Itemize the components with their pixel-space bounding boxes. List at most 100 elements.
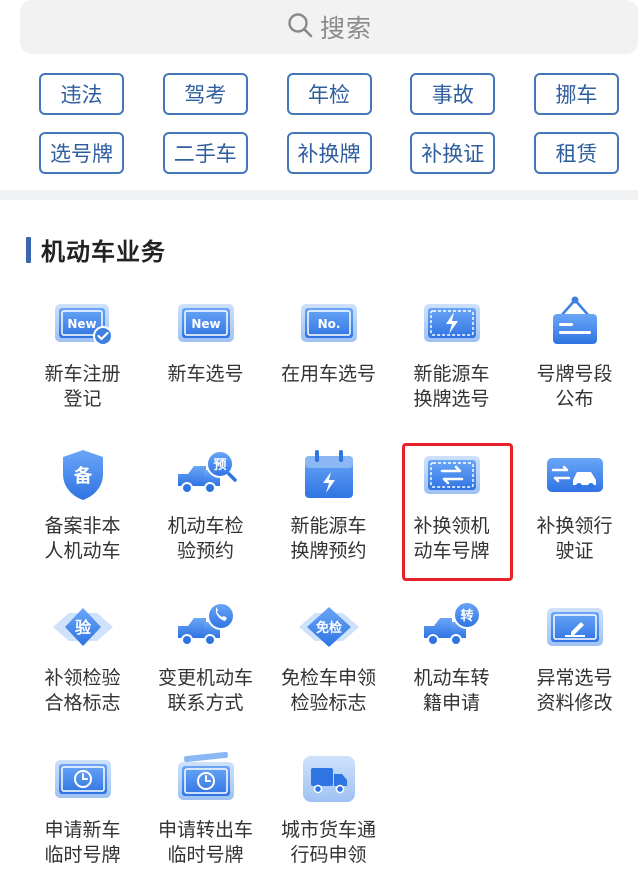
tag-select-plate[interactable]: 选号牌 (39, 132, 124, 174)
plate-new-icon: New (174, 292, 238, 354)
service-reissue-inspection-mark[interactable]: 验 补领检验 合格标志 (21, 596, 144, 748)
service-new-car-temporary-plate[interactable]: 申请新车 临时号牌 (21, 748, 144, 888)
label-line1: 城市货车通 (280, 819, 376, 841)
service-record-non-owner-vehicle[interactable]: 备 备案非本 人机动车 (21, 444, 144, 596)
service-label: 补领检验 合格标志 (21, 666, 144, 716)
truck-zhuan-icon: 转 (420, 596, 484, 658)
service-row-1: New 新车注册 登记 New 新车选号 No. 在用车选号 新能源车 换牌选号… (21, 292, 636, 444)
icon-badge-text: New (191, 317, 220, 331)
service-label: 补换领行 驶证 (513, 514, 636, 564)
service-grid: New 新车注册 登记 New 新车选号 No. 在用车选号 新能源车 换牌选号… (21, 292, 636, 888)
label-line2: 人机动车 (44, 540, 121, 562)
label-line1: 申请转出车 (157, 819, 253, 841)
label-line2: 合格标志 (44, 692, 121, 714)
service-vehicle-transfer[interactable]: 转 机动车转 籍申请 (390, 596, 513, 748)
label-line2: 动车号牌 (413, 540, 490, 562)
icon-badge-text: 预 (213, 458, 226, 473)
label-line2: 验预约 (176, 540, 234, 562)
service-new-car-registration[interactable]: New 新车注册 登记 (21, 292, 144, 444)
label-line2: 检验标志 (290, 692, 367, 714)
tag-annual-inspection[interactable]: 年检 (286, 73, 372, 115)
service-transfer-out-temporary-plate[interactable]: 申请转出车 临时号牌 (144, 748, 267, 888)
tag-violation[interactable]: 违法 (39, 73, 124, 115)
label-line1: 机动车检 (167, 515, 244, 537)
label-line1: 备案非本 (44, 515, 121, 537)
plate-clock-stack-icon (174, 748, 238, 810)
truck-box-icon (297, 748, 361, 810)
section-title-bar (26, 236, 31, 263)
tag-move-car[interactable]: 挪车 (534, 73, 619, 115)
label-line2: 籍申请 (422, 692, 480, 714)
service-label: 在用车选号 (267, 362, 390, 387)
tag-used-car[interactable]: 二手车 (162, 132, 248, 174)
label-line2: 换牌预约 (290, 540, 367, 562)
tag-rental[interactable]: 租赁 (534, 132, 619, 174)
service-label: 免检车申领 检验标志 (267, 666, 390, 716)
plate-edit-icon (543, 596, 607, 658)
label-line2: 公布 (555, 388, 594, 410)
service-abnormal-selection-edit[interactable]: 异常选号 资料修改 (513, 596, 636, 748)
service-label: 机动车检 验预约 (144, 514, 267, 564)
diamond-yan-icon: 验 (51, 596, 115, 658)
label-line1: 新能源车 (290, 515, 367, 537)
service-plate-number-segment[interactable]: 号牌号段 公布 (513, 292, 636, 444)
label-line1: 补换领机 (413, 515, 490, 537)
label-line1: 补换领行 (536, 515, 613, 537)
label-line1: 申请新车 (44, 819, 121, 841)
label-line1: 免检车申领 (280, 667, 376, 689)
service-label: 备案非本 人机动车 (21, 514, 144, 564)
plate-no-icon: No. (297, 292, 361, 354)
plate-exchange-icon (420, 444, 484, 506)
label-line2: 登记 (63, 388, 102, 410)
tag-row-1: 违法 驾考 年检 事故 挪车 (39, 73, 619, 115)
service-change-contact-info[interactable]: 变更机动车 联系方式 (144, 596, 267, 748)
tag-driving-test[interactable]: 驾考 (162, 73, 248, 115)
search-bar[interactable]: 搜索 (20, 0, 638, 54)
label-line2: 换牌选号 (413, 388, 490, 410)
service-label: 补换领机 动车号牌 (390, 514, 513, 564)
label-line1: 新能源车 (413, 363, 490, 385)
service-label: 异常选号 资料修改 (513, 666, 636, 716)
search-placeholder: 搜索 (319, 14, 372, 43)
service-row-2: 备 备案非本 人机动车 预 机动车检 验预约 新能源车 换牌预约 补换领机 动车… (21, 444, 636, 596)
service-label: 新车选号 (144, 362, 267, 387)
icon-badge-text: 转 (460, 608, 473, 624)
service-new-car-number-selection[interactable]: New 新车选号 (144, 292, 267, 444)
service-in-use-number-selection[interactable]: No. 在用车选号 (267, 292, 390, 444)
service-nev-plate-selection[interactable]: 新能源车 换牌选号 (390, 292, 513, 444)
label-line2: 驶证 (555, 540, 594, 562)
service-row-3: 验 补领检验 合格标志 变更机动车 联系方式 免检 免检车申领 检验标志 转 机… (21, 596, 636, 748)
label-line1: 异常选号 (536, 667, 613, 689)
label-line1: 补领检验 (44, 667, 121, 689)
service-replace-vehicle-plate[interactable]: 补换领机 动车号牌 (390, 444, 513, 596)
service-label: 新车注册 登记 (21, 362, 144, 412)
signboard-icon (543, 292, 607, 354)
calendar-lightning-icon (297, 444, 361, 506)
tag-replace-license[interactable]: 补换证 (410, 132, 496, 174)
tag-accident[interactable]: 事故 (410, 73, 496, 115)
plate-new-check-icon: New (51, 292, 115, 354)
icon-badge-text: No. (317, 317, 340, 331)
service-nev-plate-appointment[interactable]: 新能源车 换牌预约 (267, 444, 390, 596)
service-inspection-appointment[interactable]: 预 机动车检 验预约 (144, 444, 267, 596)
label-line2: 临时号牌 (167, 844, 244, 866)
service-city-truck-pass[interactable]: 城市货车通 行码申领 (267, 748, 390, 888)
icon-badge-text: 验 (74, 618, 91, 637)
service-exempt-inspection-mark[interactable]: 免检 免检车申领 检验标志 (267, 596, 390, 748)
label-line2: 联系方式 (167, 692, 244, 714)
search-icon (286, 11, 314, 43)
service-label: 号牌号段 公布 (513, 362, 636, 412)
service-label: 机动车转 籍申请 (390, 666, 513, 716)
service-row-4: 申请新车 临时号牌 申请转出车 临时号牌 城市货车通 行码申领 (21, 748, 636, 888)
label-line1: 在用车选号 (280, 363, 376, 385)
service-label: 变更机动车 联系方式 (144, 666, 267, 716)
truck-phone-icon (174, 596, 238, 658)
tag-replace-plate[interactable]: 补换牌 (286, 132, 372, 174)
shield-bei-icon: 备 (51, 444, 115, 506)
service-replace-driving-license[interactable]: 补换领行 驶证 (513, 444, 636, 596)
label-line1: 号牌号段 (536, 363, 613, 385)
section-title: 机动车业务 (41, 238, 166, 266)
service-label: 城市货车通 行码申领 (267, 818, 390, 868)
diamond-mianjian-icon: 免检 (297, 596, 361, 658)
service-label: 新能源车 换牌预约 (267, 514, 390, 564)
